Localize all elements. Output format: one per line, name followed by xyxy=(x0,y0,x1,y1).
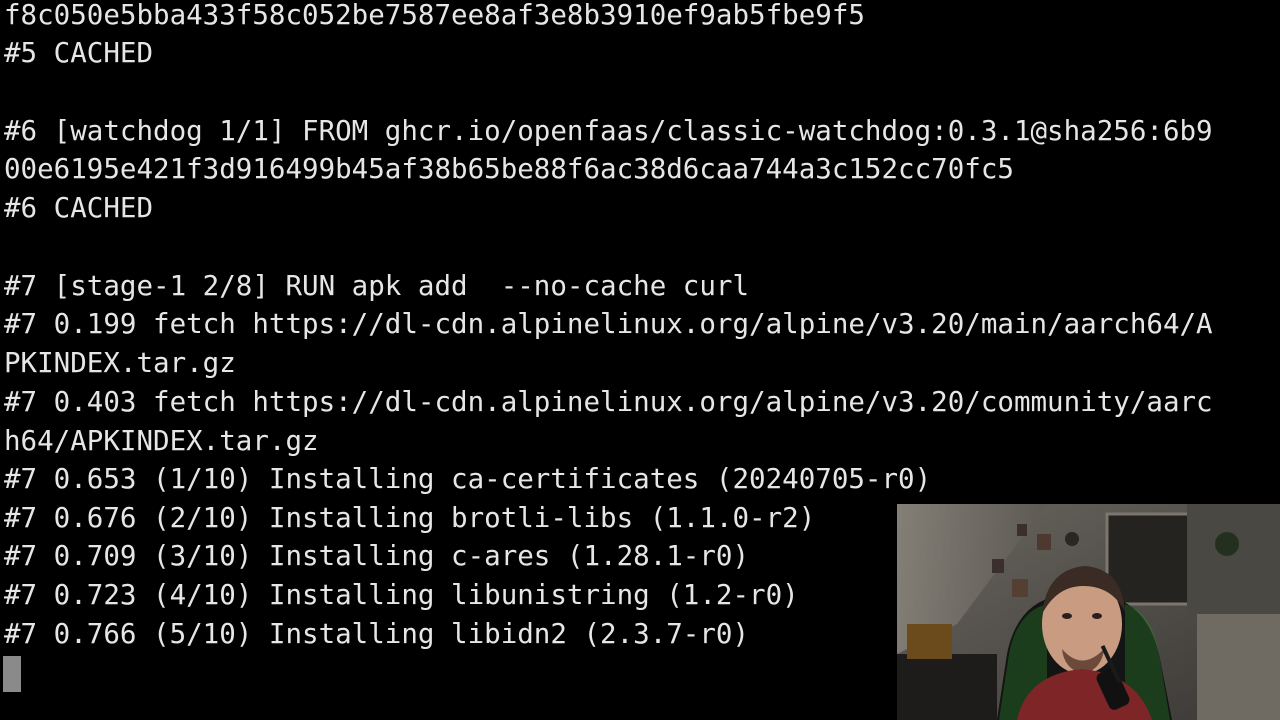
terminal-line: #7 0.676 (2/10) Installing brotli-libs (… xyxy=(4,502,816,534)
terminal-line: #7 0.709 (3/10) Installing c-ares (1.28.… xyxy=(4,540,750,572)
terminal-line: PKINDEX.tar.gz xyxy=(4,347,236,379)
terminal-line: 00e6195e421f3d916499b45af38b65be88f6ac38… xyxy=(4,153,1014,185)
terminal-line: #7 0.766 (5/10) Installing libidn2 (2.3.… xyxy=(4,618,750,650)
terminal-line: #7 [stage-1 2/8] RUN apk add --no-cache … xyxy=(4,270,750,302)
webcam-scene xyxy=(897,504,1280,720)
terminal-line: #6 CACHED xyxy=(4,192,154,224)
terminal-line: h64/APKINDEX.tar.gz xyxy=(4,425,319,457)
webcam-overlay xyxy=(897,504,1280,720)
terminal-line: #6 [watchdog 1/1] FROM ghcr.io/openfaas/… xyxy=(4,115,1213,147)
terminal-cursor xyxy=(3,656,21,692)
terminal-line: #7 0.723 (4/10) Installing libunistring … xyxy=(4,579,799,611)
terminal-line: f8c050e5bba433f58c052be7587ee8af3e8b3910… xyxy=(4,0,865,31)
terminal-line: #7 0.199 fetch https://dl-cdn.alpinelinu… xyxy=(4,308,1213,340)
terminal-line: #5 CACHED xyxy=(4,37,154,69)
terminal-line: #7 0.653 (1/10) Installing ca-certificat… xyxy=(4,463,932,495)
terminal-line: #7 0.403 fetch https://dl-cdn.alpinelinu… xyxy=(4,386,1213,418)
